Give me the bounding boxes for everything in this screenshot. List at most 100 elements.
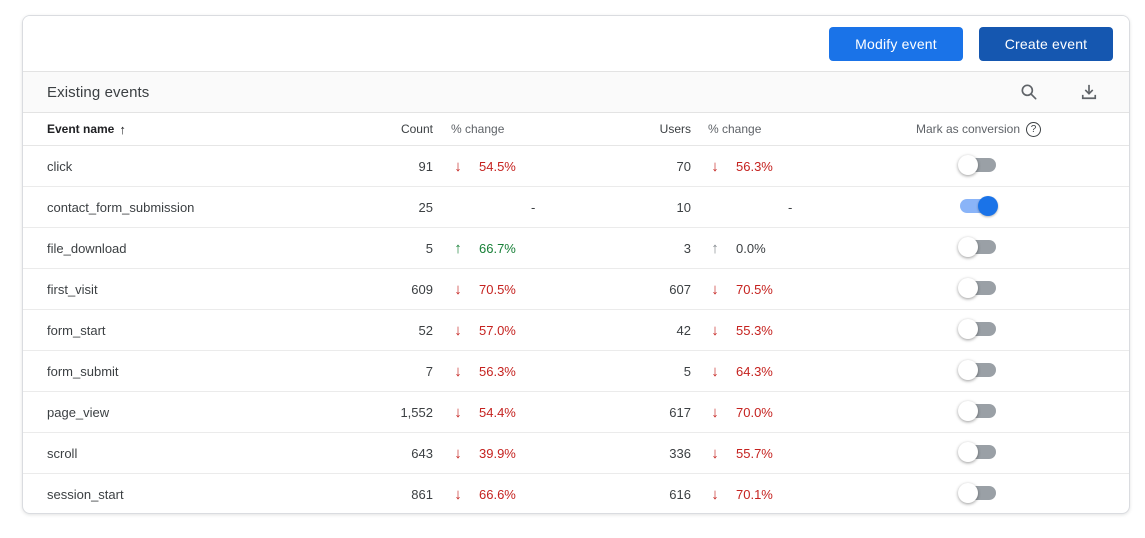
- create-event-button[interactable]: Create event: [979, 26, 1113, 61]
- users-value: 42: [676, 322, 691, 338]
- users-change-value: 0.0%: [736, 240, 766, 256]
- event-name: file_download: [47, 240, 127, 256]
- count-change-cell: ↓ 56.3%: [441, 363, 591, 380]
- users-change-value: 70.1%: [736, 487, 773, 502]
- count-value: 609: [411, 281, 433, 297]
- conversion-toggle[interactable]: [958, 400, 996, 421]
- users-change-arrow-icon: ↓: [711, 157, 719, 175]
- table-row: click 91 ↓ 54.5% 70 ↓ 56.3%: [23, 146, 1129, 187]
- conversion-toggle[interactable]: [960, 195, 998, 216]
- users-change-cell: ↓ 55.7%: [703, 445, 853, 462]
- users-change-cell: ↓ 56.3%: [703, 158, 853, 175]
- toggle-thumb: [978, 195, 998, 216]
- users-change-arrow-icon: ↓: [711, 321, 719, 339]
- count-change-arrow-icon: ↓: [454, 321, 462, 339]
- users-change-cell: ↓ 55.3%: [703, 322, 853, 339]
- toggle-thumb: [958, 318, 978, 339]
- count-change-cell: ↓ 70.5%: [441, 281, 591, 298]
- count-value: 643: [411, 445, 433, 461]
- users-change-value: 70.0%: [736, 404, 773, 420]
- column-header-count-change[interactable]: % change: [441, 122, 591, 136]
- users-change-value: -: [788, 199, 793, 215]
- count-change-value: 66.7%: [479, 240, 516, 256]
- column-header-event-name[interactable]: Event name ↑: [23, 122, 345, 137]
- count-value: 1,552: [400, 404, 433, 420]
- toggle-thumb: [958, 236, 978, 257]
- users-change-value: 64.3%: [736, 363, 773, 379]
- count-change-cell: ↓ 54.5%: [441, 158, 591, 175]
- conversion-toggle[interactable]: [958, 318, 996, 339]
- count-change-arrow-icon: ↑: [454, 239, 462, 257]
- panel-title: Existing events: [47, 83, 150, 101]
- column-header-users-change[interactable]: % change: [703, 122, 853, 136]
- download-icon[interactable]: [1079, 82, 1099, 102]
- event-name: session_start: [47, 487, 124, 502]
- count-change-value: 57.0%: [479, 322, 516, 338]
- conversion-toggle[interactable]: [958, 277, 996, 298]
- users-change-arrow-icon: ↓: [711, 444, 719, 462]
- users-change-arrow-icon: ↑: [711, 239, 719, 257]
- users-value: 607: [669, 281, 691, 297]
- conversion-toggle[interactable]: [958, 236, 996, 257]
- search-icon[interactable]: [1019, 82, 1039, 102]
- table-row: form_start 52 ↓ 57.0% 42 ↓ 55.3%: [23, 310, 1129, 351]
- sort-ascending-icon: ↑: [119, 121, 126, 137]
- count-value: 5: [425, 240, 433, 256]
- column-header-count[interactable]: Count: [345, 122, 441, 136]
- users-value: 70: [676, 158, 691, 174]
- event-name: contact_form_submission: [47, 199, 195, 215]
- conversion-toggle[interactable]: [958, 154, 996, 175]
- event-name: form_submit: [47, 363, 119, 379]
- count-change-value: 56.3%: [479, 363, 516, 379]
- count-change-cell: -: [441, 200, 591, 215]
- count-change-arrow-icon: ↓: [454, 157, 462, 175]
- conversion-toggle[interactable]: [958, 359, 996, 380]
- toolbar: Modify event Create event: [23, 16, 1129, 71]
- column-header-mark-as-conversion: Mark as conversion ?: [853, 121, 1129, 137]
- count-value: 25: [418, 199, 433, 215]
- count-change-value: 66.6%: [479, 487, 516, 502]
- count-value: 7: [425, 363, 433, 379]
- toggle-thumb: [958, 483, 978, 503]
- count-change-cell: ↑ 66.7%: [441, 240, 591, 257]
- table-body: click 91 ↓ 54.5% 70 ↓ 56.3% contact_form…: [23, 146, 1129, 513]
- event-name: click: [47, 158, 73, 174]
- count-change-cell: ↓ 57.0%: [441, 322, 591, 339]
- count-change-value: 39.9%: [479, 445, 516, 461]
- count-change-value: -: [531, 199, 536, 215]
- users-change-value: 70.5%: [736, 281, 773, 297]
- table-row: session_start 861 ↓ 66.6% 616 ↓ 70.1%: [23, 474, 1129, 513]
- toggle-thumb: [958, 400, 978, 421]
- count-value: 861: [411, 487, 433, 502]
- event-name: first_visit: [47, 281, 98, 297]
- users-change-value: 55.3%: [736, 322, 773, 338]
- users-value: 5: [683, 363, 691, 379]
- column-header-users[interactable]: Users: [591, 122, 703, 136]
- users-value: 10: [676, 199, 691, 215]
- users-change-cell: -: [703, 200, 853, 215]
- count-change-cell: ↓ 54.4%: [441, 404, 591, 421]
- conversion-toggle[interactable]: [958, 441, 996, 462]
- count-change-value: 70.5%: [479, 281, 516, 297]
- users-change-arrow-icon: ↓: [711, 362, 719, 380]
- panel-header: Existing events: [23, 71, 1129, 113]
- users-change-cell: ↓ 64.3%: [703, 363, 853, 380]
- events-card: Modify event Create event Existing event…: [22, 15, 1130, 514]
- count-change-cell: ↓ 66.6%: [441, 486, 591, 503]
- users-value: 616: [669, 487, 691, 502]
- table-row: contact_form_submission 25 - 10 -: [23, 187, 1129, 228]
- users-change-arrow-icon: ↓: [711, 486, 719, 503]
- users-change-value: 55.7%: [736, 445, 773, 461]
- count-change-value: 54.4%: [479, 404, 516, 420]
- users-change-arrow-icon: ↓: [711, 280, 719, 298]
- help-icon[interactable]: ?: [1026, 121, 1041, 137]
- table-row: page_view 1,552 ↓ 54.4% 617 ↓ 70.0%: [23, 392, 1129, 433]
- conversion-toggle[interactable]: [958, 483, 996, 503]
- table-row: scroll 643 ↓ 39.9% 336 ↓ 55.7%: [23, 433, 1129, 474]
- users-value: 336: [669, 445, 691, 461]
- count-change-arrow-icon: ↓: [454, 362, 462, 380]
- toggle-thumb: [958, 441, 978, 462]
- table-row: form_submit 7 ↓ 56.3% 5 ↓ 64.3%: [23, 351, 1129, 392]
- modify-event-button[interactable]: Modify event: [829, 26, 963, 61]
- toggle-thumb: [958, 277, 978, 298]
